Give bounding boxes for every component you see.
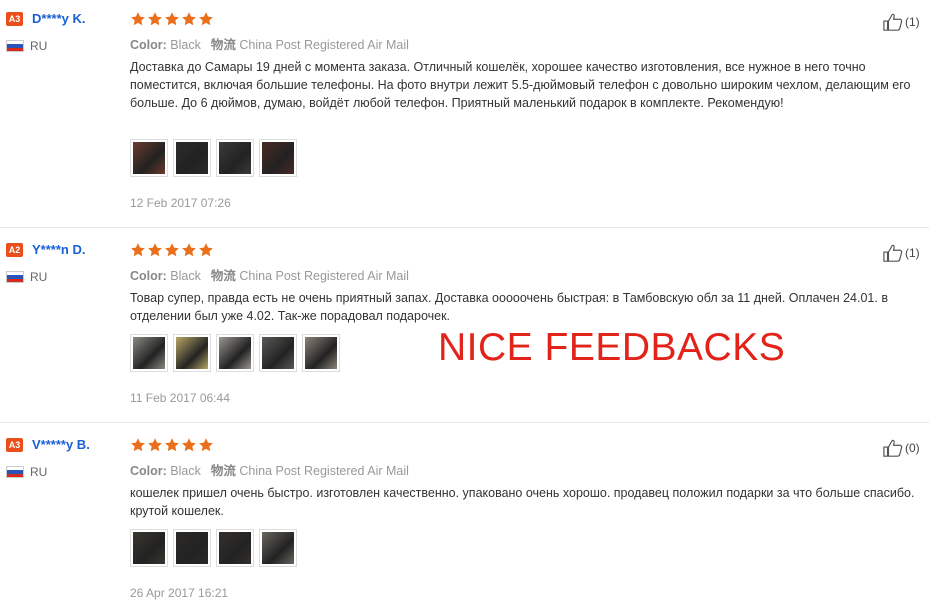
shipping-value: China Post Registered Air Mail bbox=[239, 269, 409, 283]
helpful-button[interactable]: (1) bbox=[882, 243, 920, 263]
review-photo-thumbnail[interactable] bbox=[130, 529, 168, 567]
review-photo-thumbnail[interactable] bbox=[259, 334, 297, 372]
color-value: Black bbox=[170, 38, 201, 52]
star-rating bbox=[130, 11, 215, 27]
helpful-count: (0) bbox=[905, 441, 920, 455]
thumbs-up-icon[interactable] bbox=[882, 244, 904, 262]
review-photo-thumbnail[interactable] bbox=[302, 334, 340, 372]
thumbs-up-icon[interactable] bbox=[882, 439, 904, 457]
banner-text: NICE FEEDBACKS bbox=[438, 326, 786, 369]
review-photo-thumbnail[interactable] bbox=[130, 139, 168, 177]
review-photo-thumbnail[interactable] bbox=[216, 139, 254, 177]
helpful-button[interactable]: (1) bbox=[882, 12, 920, 32]
review-photos bbox=[130, 529, 302, 571]
review-photo-thumbnail[interactable] bbox=[216, 334, 254, 372]
review-date: 11 Feb 2017 06:44 bbox=[130, 391, 230, 405]
shipping-label: 物流 bbox=[210, 464, 236, 478]
star-icon bbox=[148, 12, 162, 26]
shipping-value: China Post Registered Air Mail bbox=[239, 38, 409, 52]
reviewer-country: RU bbox=[30, 465, 48, 479]
buyer-level-badge: A3 bbox=[6, 438, 23, 452]
color-label: Color: bbox=[130, 38, 167, 52]
reviewer-name[interactable]: Y****n D. bbox=[32, 242, 85, 257]
star-icon bbox=[131, 12, 145, 26]
review-photos bbox=[130, 139, 302, 181]
review-date: 26 Apr 2017 16:21 bbox=[130, 586, 229, 600]
star-icon bbox=[148, 243, 162, 257]
star-icon bbox=[131, 243, 145, 257]
reviewer-name[interactable]: D****y K. bbox=[32, 11, 85, 26]
star-icon bbox=[199, 438, 213, 452]
star-icon bbox=[199, 243, 213, 257]
review-photo-thumbnail[interactable] bbox=[259, 529, 297, 567]
buyer-level-badge: A2 bbox=[6, 243, 23, 257]
order-meta: Color: Black 物流 China Post Registered Air… bbox=[130, 460, 409, 479]
buyer-level-badge: A3 bbox=[6, 12, 23, 26]
star-icon bbox=[182, 243, 196, 257]
review-photo-thumbnail[interactable] bbox=[259, 139, 297, 177]
shipping-value: China Post Registered Air Mail bbox=[239, 464, 409, 478]
star-icon bbox=[131, 438, 145, 452]
color-label: Color: bbox=[130, 464, 167, 478]
review-photo-thumbnail[interactable] bbox=[173, 139, 211, 177]
reviewer-name[interactable]: V*****y B. bbox=[32, 437, 90, 452]
color-value: Black bbox=[170, 269, 201, 283]
helpful-count: (1) bbox=[905, 246, 920, 260]
review-photo-thumbnail[interactable] bbox=[173, 334, 211, 372]
review-text: кошелек пришел очень быстро. изготовлен … bbox=[130, 486, 915, 518]
review-text: Товар супер, правда есть не очень приятн… bbox=[130, 291, 888, 323]
review-photos bbox=[130, 334, 345, 376]
shipping-label: 物流 bbox=[210, 269, 236, 283]
star-icon bbox=[199, 12, 213, 26]
country-flag-icon bbox=[6, 40, 24, 52]
country-flag-icon bbox=[6, 466, 24, 478]
review-date: 12 Feb 2017 07:26 bbox=[130, 196, 231, 210]
star-icon bbox=[182, 12, 196, 26]
star-icon bbox=[165, 243, 179, 257]
star-rating bbox=[130, 437, 215, 453]
star-rating bbox=[130, 242, 215, 258]
star-icon bbox=[148, 438, 162, 452]
star-icon bbox=[182, 438, 196, 452]
country-flag-icon bbox=[6, 271, 24, 283]
review-photo-thumbnail[interactable] bbox=[173, 529, 211, 567]
review-divider bbox=[0, 227, 929, 228]
star-icon bbox=[165, 438, 179, 452]
review-divider bbox=[0, 422, 929, 423]
reviewer-country: RU bbox=[30, 270, 48, 284]
helpful-button[interactable]: (0) bbox=[882, 438, 920, 458]
helpful-count: (1) bbox=[905, 15, 920, 29]
order-meta: Color: Black 物流 China Post Registered Air… bbox=[130, 265, 409, 284]
color-value: Black bbox=[170, 464, 201, 478]
thumbs-up-icon[interactable] bbox=[882, 13, 904, 31]
order-meta: Color: Black 物流 China Post Registered Air… bbox=[130, 34, 409, 53]
review-photo-thumbnail[interactable] bbox=[216, 529, 254, 567]
review-text: Доставка до Самары 19 дней с момента зак… bbox=[130, 60, 911, 110]
review-photo-thumbnail[interactable] bbox=[130, 334, 168, 372]
shipping-label: 物流 bbox=[210, 38, 236, 52]
star-icon bbox=[165, 12, 179, 26]
color-label: Color: bbox=[130, 269, 167, 283]
reviewer-country: RU bbox=[30, 39, 48, 53]
